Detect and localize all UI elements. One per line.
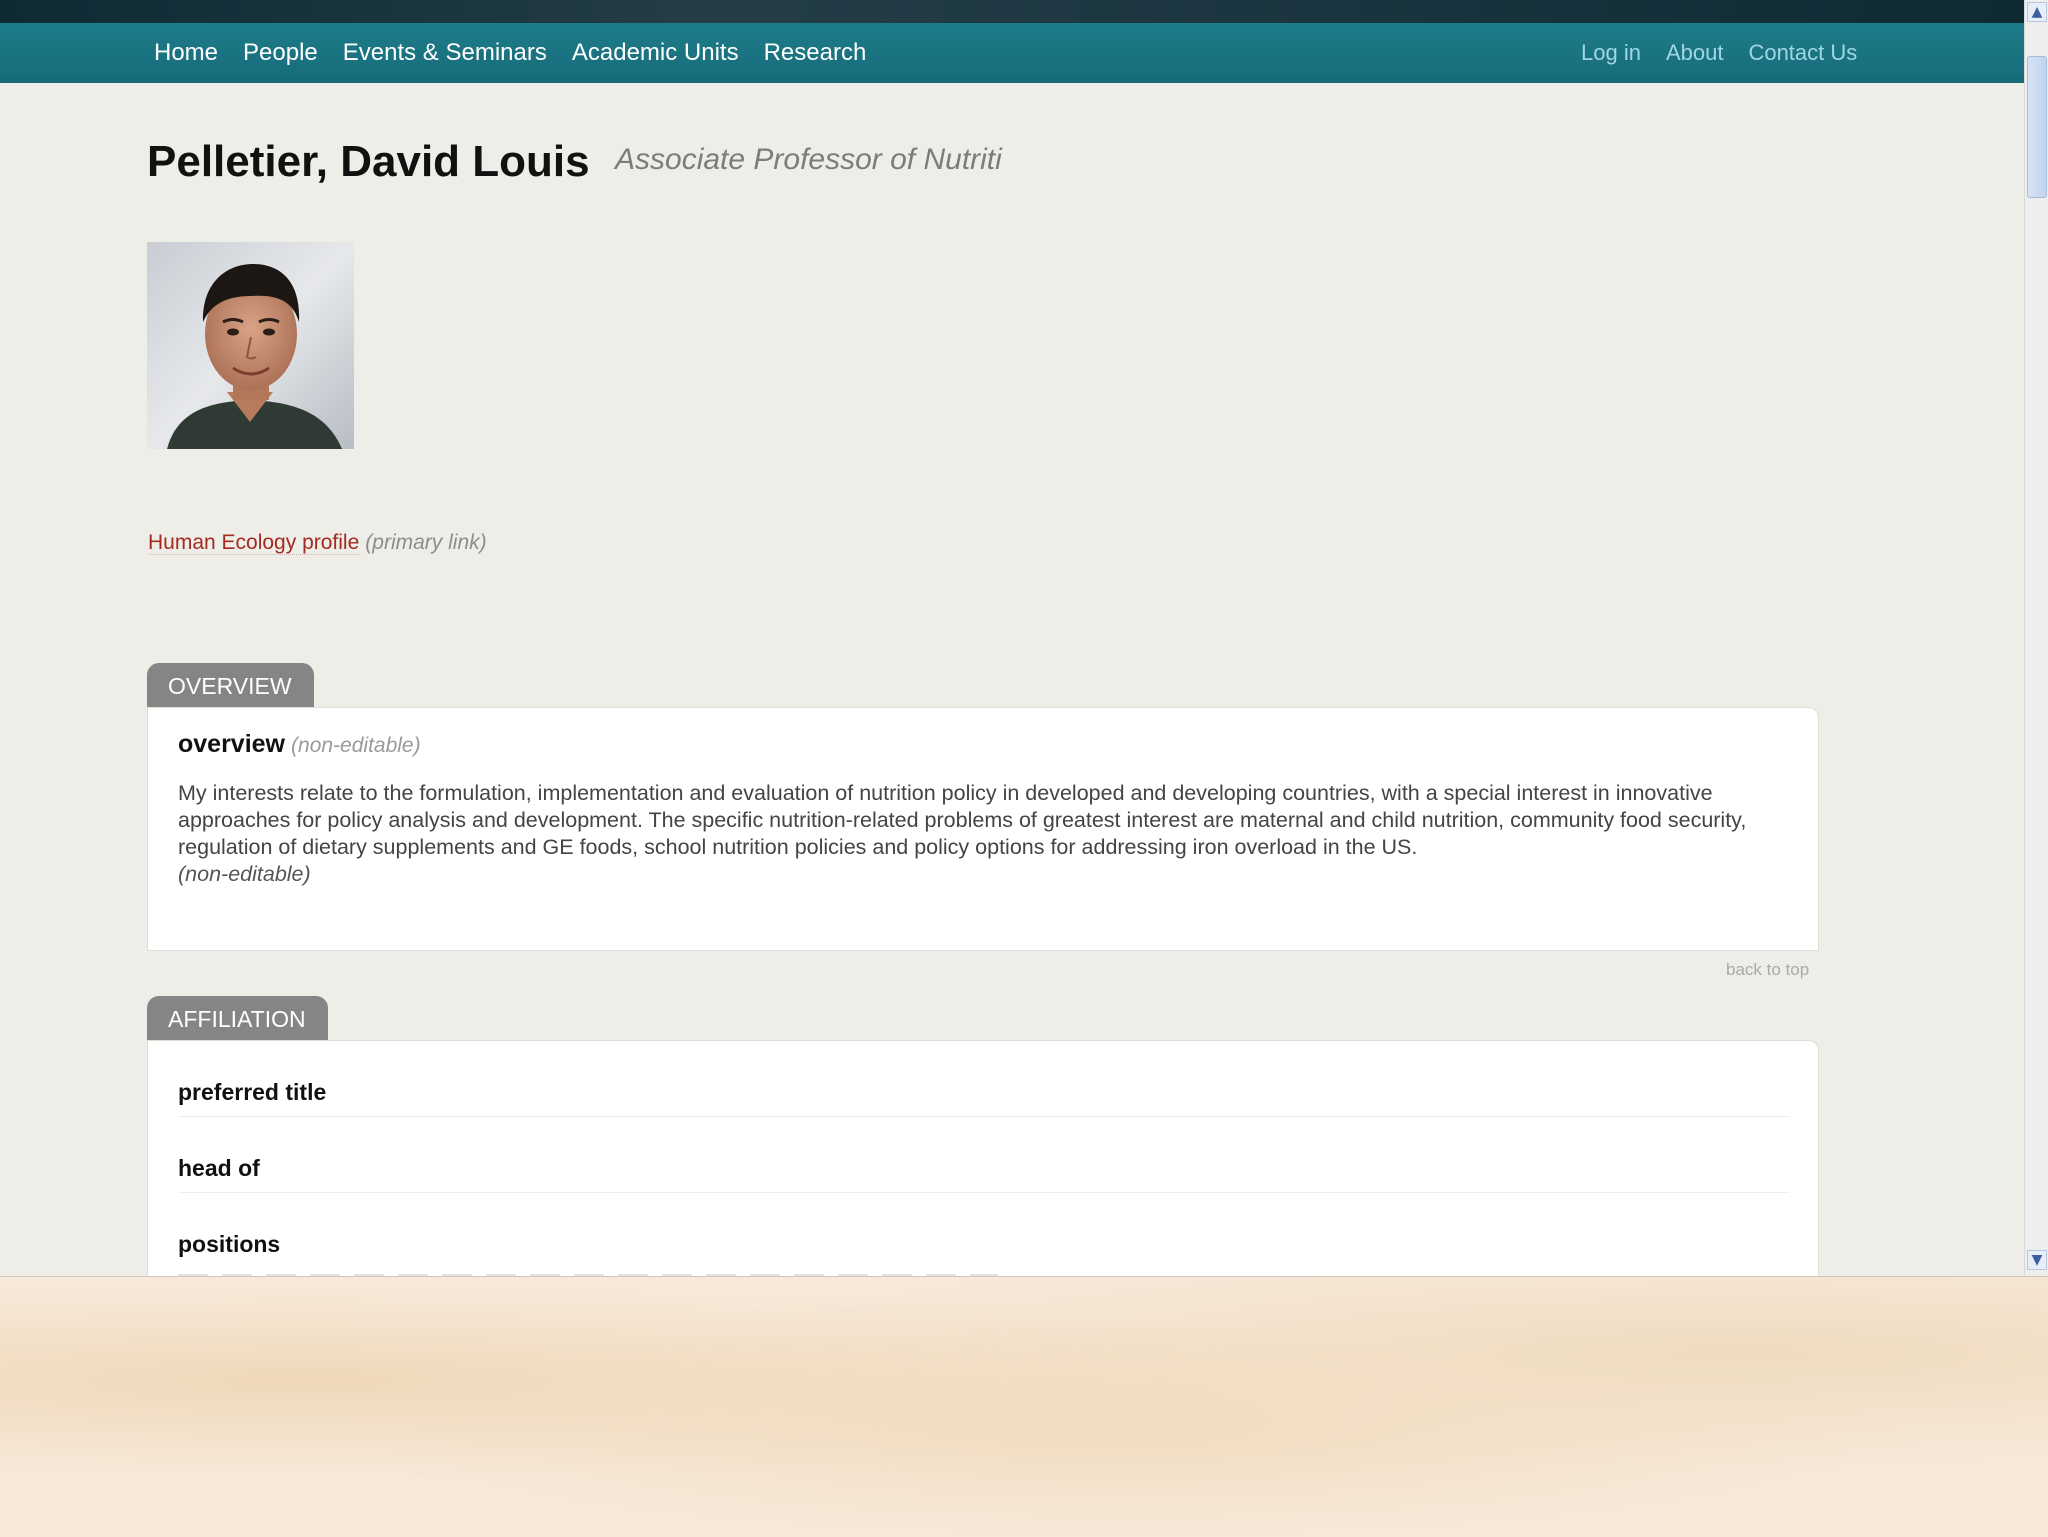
human-ecology-profile-link[interactable]: Human Ecology profile (148, 531, 360, 555)
affiliation-row: head of (178, 1117, 1790, 1193)
login-link[interactable]: Log in (1581, 40, 1641, 66)
affiliation-row: preferred title (178, 1041, 1790, 1117)
back-to-top-link[interactable]: back to top (1726, 960, 1809, 980)
primary-link-row: Human Ecology profile (primary link) (148, 531, 487, 555)
nav-events-seminars-link[interactable]: Events & Seminars (343, 39, 547, 67)
profile-photo (147, 242, 354, 449)
primary-link-note: (primary link) (365, 531, 487, 554)
blurred-background-area (0, 1276, 2048, 1537)
affiliation-panel: preferred title head of positions (147, 1040, 1819, 1276)
primary-nav: Home People Events & Seminars Academic U… (154, 23, 891, 83)
browser-viewport: Home People Events & Seminars Academic U… (0, 0, 2048, 1276)
nav-home-link[interactable]: Home (154, 39, 218, 67)
vertical-scrollbar[interactable]: ▲ ▼ (2024, 0, 2048, 1276)
nav-people-link[interactable]: People (243, 39, 318, 67)
tab-overview[interactable]: OVERVIEW (147, 663, 314, 707)
overview-body-note: (non-editable) (178, 862, 311, 886)
overview-panel: overview (non-editable) My interests rela… (147, 707, 1819, 951)
contact-us-link[interactable]: Contact Us (1748, 40, 1857, 66)
about-link[interactable]: About (1666, 40, 1724, 66)
head-of-label: head of (178, 1155, 260, 1181)
nav-research-link[interactable]: Research (764, 39, 867, 67)
nav-academic-units-link[interactable]: Academic Units (572, 39, 739, 67)
overview-label: overview (178, 730, 286, 758)
overview-heading: overview (non-editable) (178, 730, 421, 759)
profile-name: Pelletier, David Louis (147, 137, 590, 186)
positions-label: positions (178, 1231, 281, 1257)
main-navbar: Home People Events & Seminars Academic U… (0, 23, 2024, 83)
profile-title: Associate Professor of Nutriti (615, 143, 1002, 176)
tab-affiliation[interactable]: AFFILIATION (147, 996, 328, 1040)
overview-text-block: My interests relate to the formulation, … (178, 780, 1778, 888)
chevron-down-icon[interactable]: ▼ (2027, 1250, 2047, 1270)
affiliation-row: positions (178, 1193, 1790, 1269)
overview-body: My interests relate to the formulation, … (178, 781, 1747, 859)
preferred-title-label: preferred title (178, 1079, 327, 1105)
secondary-nav: Log in About Contact Us (1581, 23, 1882, 83)
chevron-up-icon[interactable]: ▲ (2027, 2, 2047, 22)
overview-label-note: (non-editable) (291, 734, 421, 757)
top-banner-strip (0, 0, 2024, 23)
scroll-thumb[interactable] (2027, 56, 2047, 198)
